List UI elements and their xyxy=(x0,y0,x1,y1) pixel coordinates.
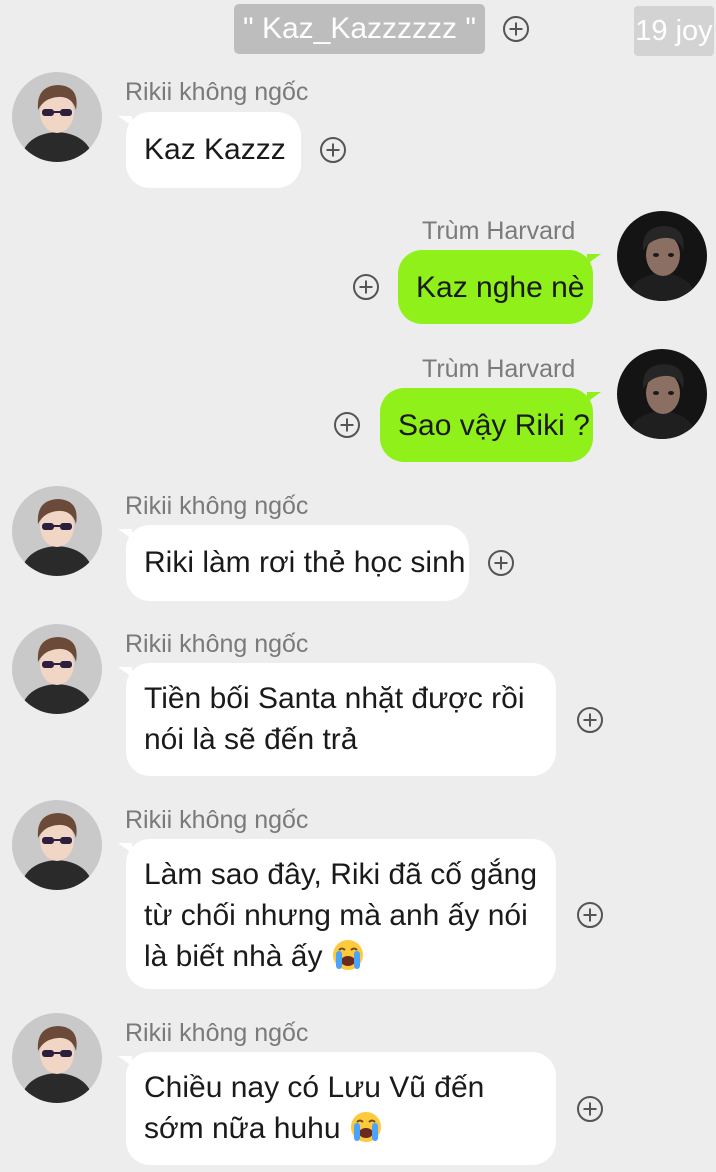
message-bubble[interactable]: Kaz nghe nè xyxy=(398,250,601,324)
add-icon[interactable] xyxy=(503,16,529,42)
crying-emoji-icon xyxy=(349,1110,383,1155)
sender-name: Rikii không ngốc xyxy=(125,630,309,658)
chat-screen: " Kaz_Kazzzzzz " 19 joy Rikii không ngốc… xyxy=(0,0,716,1172)
avatar-rikii[interactable] xyxy=(12,1013,102,1103)
message-text: Riki làm rơi thẻ học sinh xyxy=(144,546,466,579)
sender-name: Rikii không ngốc xyxy=(125,806,309,834)
sender-name: Rikii không ngốc xyxy=(125,492,309,520)
message-text: Làm sao đây, Riki đã cố gắng xyxy=(144,858,538,891)
chat-title[interactable]: " Kaz_Kazzzzzz " xyxy=(234,4,485,54)
message-text: nói là sẽ đến trả xyxy=(144,723,358,756)
message-text: Chiều nay có Lưu Vũ đến xyxy=(144,1071,485,1104)
message-text: là biết nhà ấy xyxy=(144,940,323,973)
add-icon[interactable] xyxy=(353,274,379,300)
sender-name: Trùm Harvard xyxy=(422,217,576,245)
message-text: Tiền bối Santa nhặt được rồi xyxy=(144,682,525,715)
add-icon[interactable] xyxy=(577,902,603,928)
avatar-harvard[interactable] xyxy=(617,211,707,301)
message-text: Kaz nghe nè xyxy=(416,271,585,304)
avatar-rikii[interactable] xyxy=(12,486,102,576)
avatar-harvard[interactable] xyxy=(617,349,707,439)
add-icon[interactable] xyxy=(488,550,514,576)
joy-badge[interactable]: 19 joy xyxy=(634,6,714,56)
avatar-rikii[interactable] xyxy=(12,72,102,162)
add-icon[interactable] xyxy=(577,1096,603,1122)
message-bubble[interactable]: Tiền bối Santa nhặt được rồi nói là sẽ đ… xyxy=(118,663,556,776)
message-text: từ chối nhưng mà anh ấy nói xyxy=(144,899,528,932)
sender-name: Rikii không ngốc xyxy=(125,78,309,106)
message-bubble[interactable]: Chiều nay có Lưu Vũ đến sớm nữa huhu xyxy=(118,1052,556,1165)
message-text: Kaz Kazzz xyxy=(144,133,286,166)
crying-emoji-icon xyxy=(331,938,365,983)
message-bubble[interactable]: Kaz Kazzz xyxy=(118,112,301,188)
message-bubble[interactable]: Làm sao đây, Riki đã cố gắng từ chối như… xyxy=(118,839,556,989)
sender-name: Trùm Harvard xyxy=(422,355,576,383)
avatar-rikii[interactable] xyxy=(12,800,102,890)
add-icon[interactable] xyxy=(334,412,360,438)
sender-name: Rikii không ngốc xyxy=(125,1019,309,1047)
avatar-rikii[interactable] xyxy=(12,624,102,714)
message-bubble[interactable]: Riki làm rơi thẻ học sinh xyxy=(118,525,469,601)
message-text: sớm nữa huhu xyxy=(144,1112,341,1145)
add-icon[interactable] xyxy=(577,707,603,733)
message-text: Sao vậy Riki ? xyxy=(398,409,590,442)
message-bubble[interactable]: Sao vậy Riki ? xyxy=(380,388,601,462)
add-icon[interactable] xyxy=(320,137,346,163)
